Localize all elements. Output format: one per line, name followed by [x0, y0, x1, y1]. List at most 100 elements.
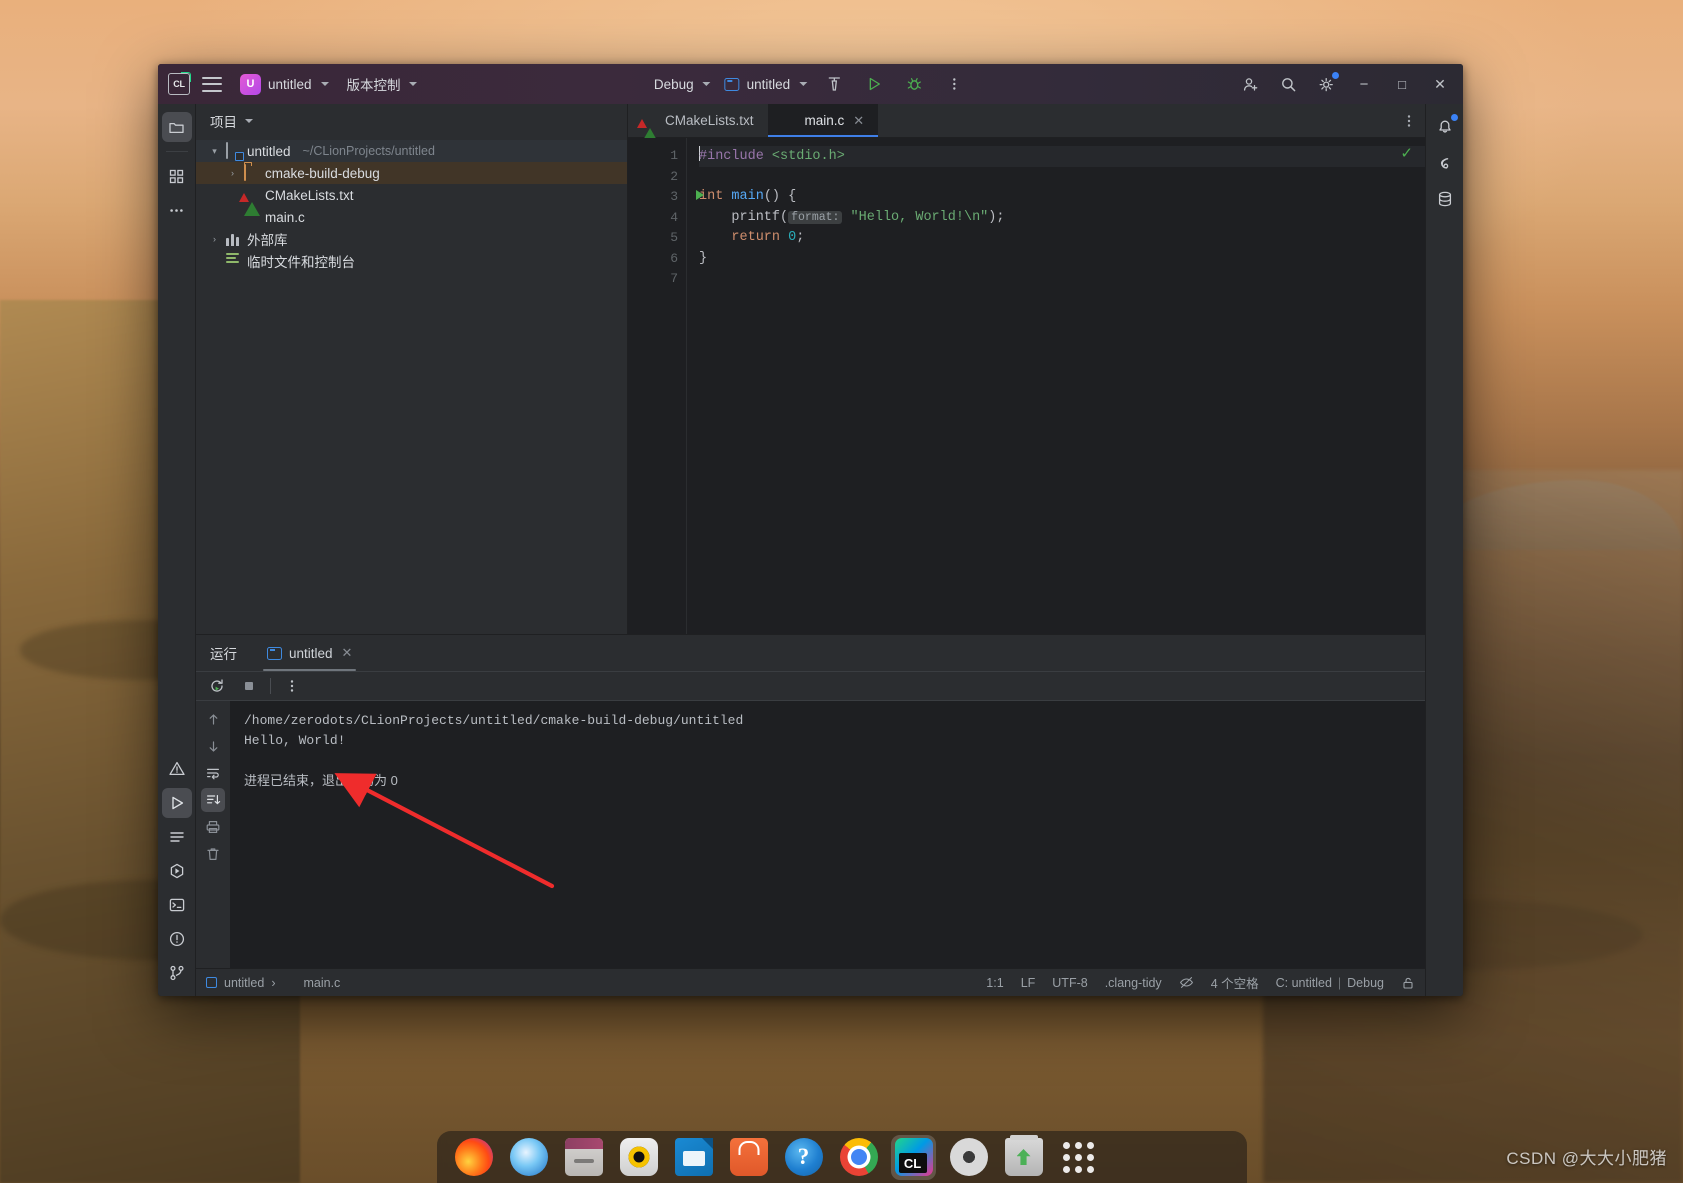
tab-cmakelists[interactable]: CMakeLists.txt [628, 104, 768, 142]
run-tab-untitled[interactable]: untitled ✕ [255, 635, 364, 671]
stop-button[interactable] [238, 675, 260, 697]
scroll-up-button[interactable] [201, 707, 225, 731]
debug-mode-selector[interactable]: Debug [654, 77, 711, 92]
project-widget[interactable]: U untitled [234, 71, 335, 98]
clang-tidy-status[interactable]: .clang-tidy [1105, 976, 1162, 990]
folder-icon [244, 164, 246, 181]
editor-and-project-row: 项目 ▾ untitled ~/CLionProjects/untitled › cma… [196, 104, 1425, 634]
unlock-icon[interactable] [1401, 976, 1415, 990]
vcs-widget[interactable]: 版本控制 [347, 74, 417, 94]
dock-item-files[interactable] [561, 1135, 606, 1180]
debug-button[interactable] [901, 71, 927, 97]
chevron-down-icon [245, 119, 253, 123]
dock-item-disks[interactable] [946, 1135, 991, 1180]
dock-item-help[interactable] [781, 1135, 826, 1180]
toolchain-label[interactable]: C: untitled [1276, 976, 1332, 990]
project-panel-header[interactable]: 项目 [196, 104, 627, 138]
build-type-label[interactable]: Debug [1347, 976, 1384, 990]
settings-button[interactable] [1309, 69, 1343, 99]
project-avatar: U [240, 73, 261, 95]
document-icon [674, 1138, 713, 1176]
minimize-button[interactable]: − [1347, 69, 1381, 99]
build-button[interactable] [821, 71, 847, 97]
more-vertical-icon [952, 78, 956, 90]
editor-tab-bar: CMakeLists.txt main.c ✕ [628, 104, 1425, 142]
hamburger-menu-icon[interactable] [202, 76, 222, 92]
indent-setting[interactable]: 4 个空格 [1211, 973, 1259, 992]
tab-main-c[interactable]: main.c ✕ [767, 104, 879, 137]
sidebar-item-debug[interactable] [162, 856, 192, 886]
terminal-icon [169, 898, 184, 912]
dock-item-trash[interactable] [1001, 1135, 1046, 1180]
sidebar-item-ai-assistant[interactable] [1430, 148, 1460, 178]
sidebar-item-run[interactable] [161, 788, 192, 818]
soft-wrap-button[interactable] [201, 761, 225, 785]
project-folder-icon [226, 142, 228, 159]
run-config-icon [724, 77, 740, 91]
search-icon [1281, 77, 1295, 91]
maximize-button[interactable]: □ [1385, 69, 1419, 99]
twisty-expanded-icon[interactable]: ▾ [208, 146, 221, 157]
tree-item[interactable]: ›CMakeLists.txt [196, 184, 627, 216]
inspection-checkmark-icon[interactable]: ✓ [1400, 144, 1413, 162]
clear-all-button[interactable] [201, 842, 225, 866]
tree-item[interactable]: ›main.c [196, 206, 627, 228]
tree-item[interactable]: › cmake-build-debug [196, 162, 627, 184]
search-button[interactable] [1271, 69, 1305, 99]
twisty-collapsed-icon[interactable]: › [226, 168, 239, 178]
sidebar-item-todo[interactable] [162, 822, 192, 852]
source-code-text[interactable]: #include <stdio.h> int main() { printf(f… [686, 138, 1425, 634]
run-button[interactable] [861, 71, 887, 97]
tree-item[interactable]: › 外部库 [196, 228, 627, 250]
dock-item-firefox[interactable] [451, 1135, 496, 1180]
twisty-collapsed-icon[interactable]: › [208, 234, 221, 244]
dock-item-clion[interactable] [891, 1134, 936, 1180]
sidebar-item-problems[interactable] [162, 754, 192, 784]
code-token: printf [699, 209, 781, 225]
scroll-down-button[interactable] [201, 734, 225, 758]
dock-item-rhythmbox[interactable] [616, 1135, 661, 1180]
close-icon[interactable]: ✕ [342, 645, 353, 661]
arrow-down-icon [209, 740, 217, 752]
more-run-options-button[interactable] [941, 71, 967, 97]
run-more-options-button[interactable] [281, 675, 303, 697]
editor-options[interactable] [1401, 104, 1425, 137]
file-encoding[interactable]: UTF-8 [1052, 976, 1087, 990]
tree-item[interactable]: ›临时文件和控制台 [196, 250, 627, 272]
sidebar-item-database[interactable] [1430, 184, 1460, 214]
dock-item-thunderbird[interactable] [506, 1135, 551, 1180]
rerun-button[interactable] [206, 675, 228, 697]
close-icon[interactable]: ✕ [853, 113, 864, 129]
tree-item-icon [226, 253, 242, 269]
breadcrumb-module[interactable]: untitled [224, 976, 264, 990]
rerun-icon [211, 679, 223, 692]
scroll-to-end-button[interactable] [201, 788, 225, 812]
code-token: ; [796, 230, 805, 245]
dock-item-chrome[interactable] [836, 1135, 881, 1180]
dock-item-show-applications[interactable] [1056, 1135, 1101, 1180]
sidebar-item-structure[interactable] [162, 161, 192, 191]
inspections-eye-icon[interactable] [1179, 975, 1194, 990]
code-editor[interactable]: 1 2 34 5 6 7 #include <stdio.h> int main() { … [628, 138, 1425, 634]
sidebar-item-terminal[interactable] [162, 890, 192, 920]
run-icon [171, 796, 183, 810]
caret-position[interactable]: 1:1 [986, 976, 1003, 990]
line-separator[interactable]: LF [1021, 976, 1036, 990]
dock-item-libreoffice[interactable] [671, 1135, 716, 1180]
tree-item[interactable]: ▾ untitled ~/CLionProjects/untitled [196, 140, 627, 162]
console-output[interactable]: /home/zerodots/CLionProjects/untitled/cm… [230, 701, 1425, 968]
add-user-button[interactable] [1233, 69, 1267, 99]
sidebar-item-git[interactable] [162, 958, 192, 988]
close-button[interactable]: ✕ [1423, 69, 1457, 99]
run-configuration-selector[interactable]: untitled [724, 77, 808, 92]
dock-item-software-center[interactable] [726, 1135, 771, 1180]
sidebar-item-notifications[interactable] [162, 924, 192, 954]
sidebar-item-project[interactable] [161, 112, 192, 142]
breadcrumb-file[interactable]: main.c [303, 976, 340, 990]
sidebar-item-notifications-right[interactable] [1430, 112, 1460, 142]
print-button[interactable] [201, 815, 225, 839]
sidebar-item-more[interactable] [162, 195, 192, 225]
run-gutter-icon[interactable] [696, 190, 704, 200]
